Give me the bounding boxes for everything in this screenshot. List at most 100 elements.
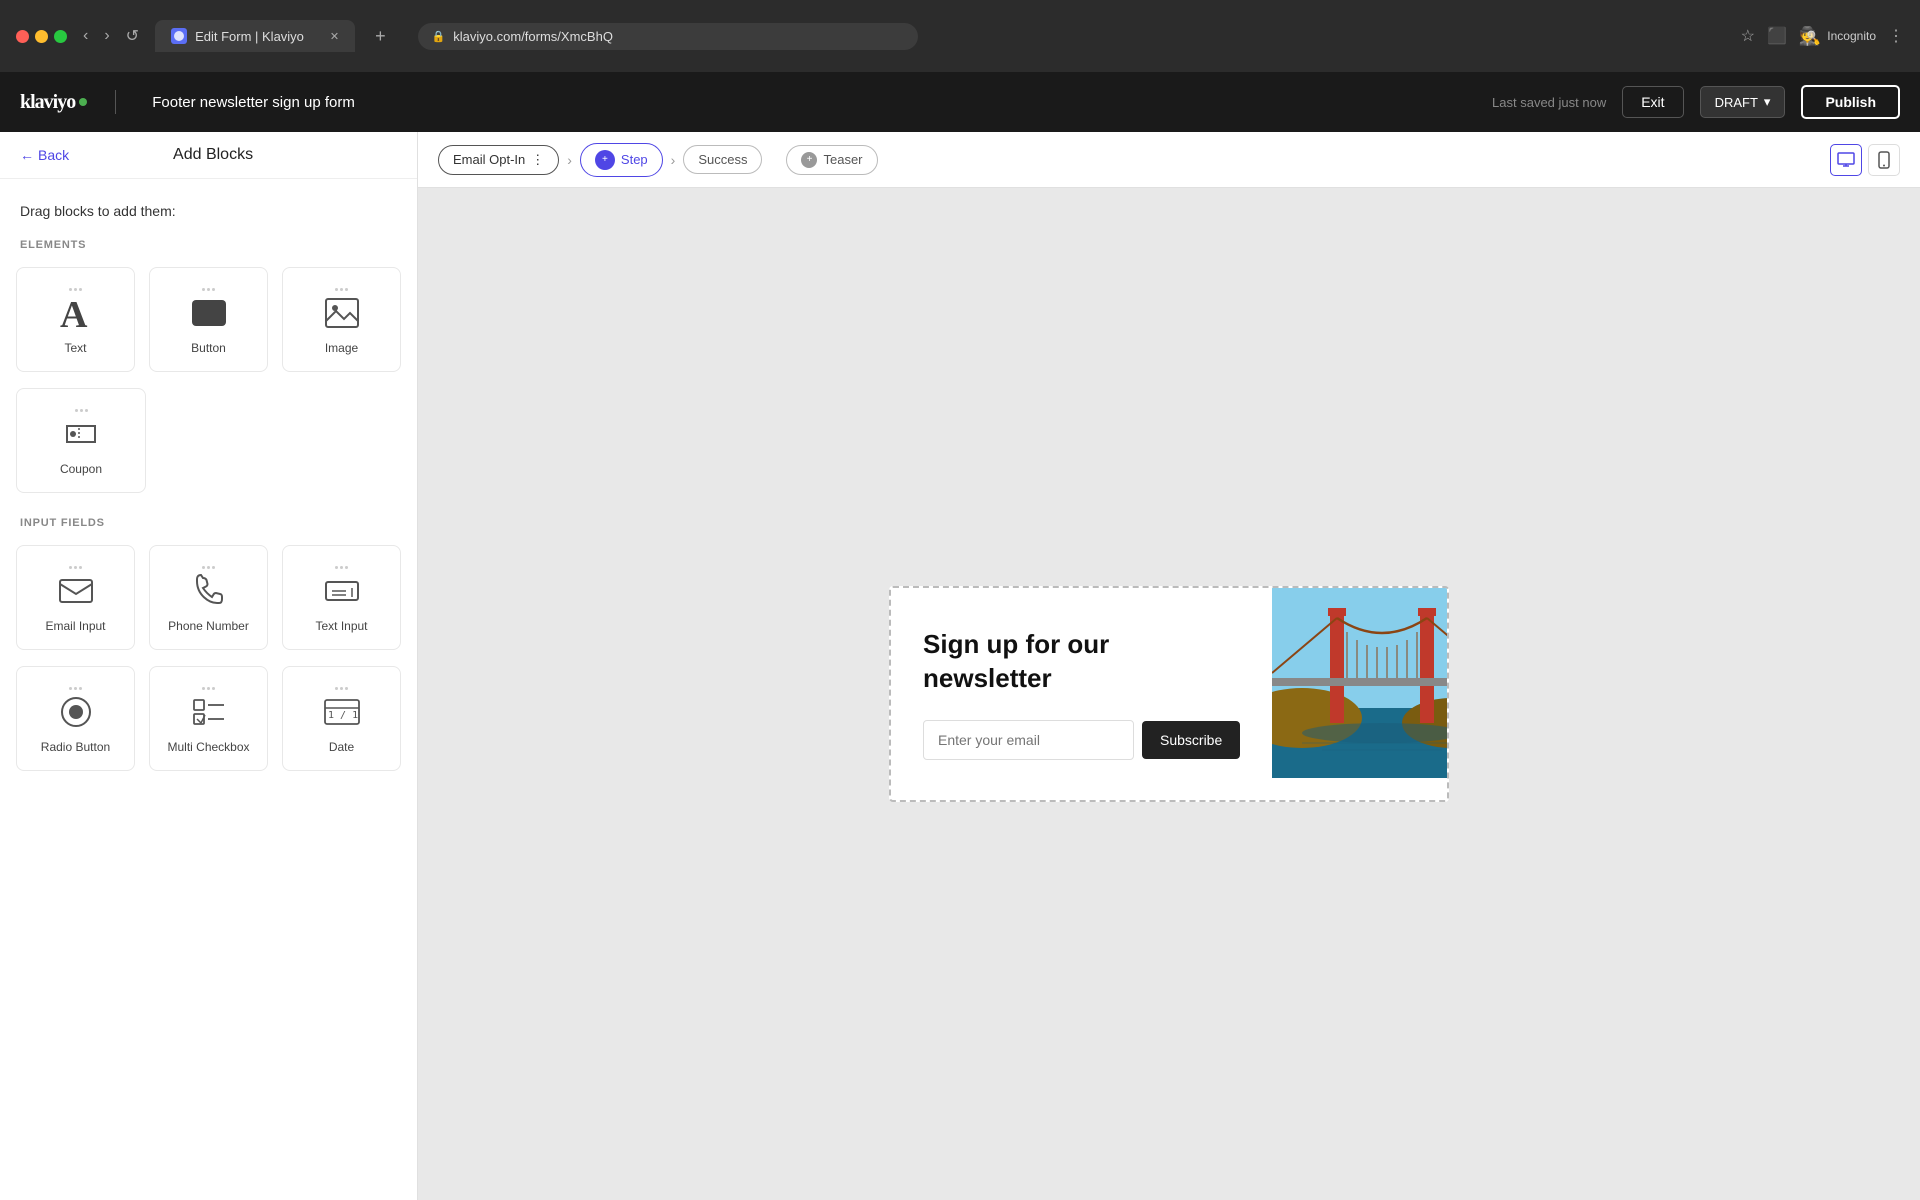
drag-instruction-text: Drag blocks to add them: [20, 203, 176, 219]
close-dot[interactable] [16, 30, 29, 43]
button-block-icon [192, 293, 226, 333]
text-input-icon [324, 571, 360, 611]
minimize-dot[interactable] [35, 30, 48, 43]
radio-button-icon [58, 692, 94, 732]
form-title: Footer newsletter sign up form [152, 94, 355, 111]
block-item-radio-button[interactable]: Radio Button [16, 666, 135, 771]
multi-checkbox-icon [191, 692, 227, 732]
step-circle-icon: + [595, 150, 615, 170]
browser-menu-icon[interactable]: ⋮ [1888, 26, 1904, 46]
lock-icon: 🔒 [432, 30, 446, 43]
block-item-date[interactable]: 1 / 1 Date [282, 666, 401, 771]
header-right: Last saved just now Exit DRAFT ▾ Publish [1492, 85, 1900, 119]
draft-chevron-icon: ▾ [1764, 94, 1771, 110]
form-subscribe-button[interactable]: Subscribe [1142, 721, 1240, 759]
teaser-step[interactable]: + Teaser [786, 145, 877, 175]
date-label: Date [329, 740, 354, 754]
coupon-block-label: Coupon [60, 462, 102, 476]
browser-nav: ‹ › ↺ [79, 22, 143, 50]
publish-button[interactable]: Publish [1801, 85, 1900, 119]
teaser-label: Teaser [823, 152, 862, 167]
block-item-phone-number[interactable]: Phone Number [149, 545, 268, 650]
input-fields-section-label: INPUT FIELDS [0, 509, 417, 537]
add-blocks-title: Add Blocks [173, 146, 253, 164]
draft-button[interactable]: DRAFT ▾ [1700, 86, 1786, 118]
browser-dots [16, 30, 67, 43]
form-input-row: Subscribe [923, 720, 1240, 760]
email-input-label: Email Input [45, 619, 105, 633]
teaser-plus-icon: + [801, 152, 817, 168]
text-block-icon: A [58, 293, 94, 333]
form-left: Sign up for our newsletter Subscribe [891, 588, 1272, 800]
success-step[interactable]: Success [683, 145, 762, 174]
mobile-view-button[interactable] [1868, 144, 1900, 176]
block-item-multi-checkbox[interactable]: Multi Checkbox [149, 666, 268, 771]
email-opt-in-step[interactable]: Email Opt-In ⋮ [438, 145, 559, 175]
step-bar-right [1830, 144, 1900, 176]
back-link[interactable]: ← Back [20, 147, 69, 163]
exit-button[interactable]: Exit [1622, 86, 1683, 118]
maximize-dot[interactable] [54, 30, 67, 43]
draft-label: DRAFT [1715, 95, 1758, 110]
step-arrow-2: › [671, 152, 676, 168]
incognito-label: Incognito [1827, 29, 1876, 43]
button-block-label: Button [191, 341, 226, 355]
phone-number-icon [195, 571, 223, 611]
klaviyo-logo: klaviyo [20, 91, 87, 114]
extensions-icon[interactable]: ⬛ [1767, 26, 1787, 46]
drag-instruction: Drag blocks to add them: [0, 179, 417, 231]
date-input-icon: 1 / 1 [323, 692, 361, 732]
phone-number-label: Phone Number [168, 619, 249, 633]
nav-forward-button[interactable]: › [100, 23, 113, 49]
step-name-label: Step [621, 152, 648, 167]
sidebar-header: ← Back Add Blocks [0, 132, 417, 179]
block-item-text-input[interactable]: Text Input [282, 545, 401, 650]
input-fields-grid: Email Input Phone Number [0, 537, 417, 662]
block-item-button[interactable]: Button [149, 267, 268, 372]
main-layout: ← Back Add Blocks Drag blocks to add the… [0, 132, 1920, 1200]
text-input-label: Text Input [315, 619, 367, 633]
browser-tab[interactable]: Edit Form | Klaviyo ✕ [155, 20, 355, 52]
browser-toolbar: ☆ ⬛ 🕵 Incognito ⋮ [1741, 26, 1904, 47]
incognito-badge: 🕵 Incognito [1799, 26, 1876, 47]
elements-row2: Coupon [0, 384, 417, 509]
block-item-text[interactable]: A Text [16, 267, 135, 372]
step-arrow-1: › [567, 152, 572, 168]
block-item-coupon[interactable]: Coupon [16, 388, 146, 493]
browser-chrome: ‹ › ↺ Edit Form | Klaviyo ✕ + 🔒 klaviyo.… [0, 0, 1920, 72]
email-opt-in-chevron: ⋮ [531, 152, 544, 168]
nav-back-button[interactable]: ‹ [79, 23, 92, 49]
svg-text:A: A [60, 294, 88, 333]
step-bar: Email Opt-In ⋮ › + Step › Success + Teas… [418, 132, 1920, 188]
new-tab-button[interactable]: + [367, 26, 394, 47]
form-headline: Sign up for our newsletter [923, 628, 1240, 696]
block-item-email-input[interactable]: Email Input [16, 545, 135, 650]
success-label: Success [698, 152, 747, 167]
form-email-input[interactable] [923, 720, 1134, 760]
form-preview: Sign up for our newsletter Subscribe [889, 586, 1449, 802]
bridge-image-svg [1272, 588, 1449, 778]
desktop-view-button[interactable] [1830, 144, 1862, 176]
bookmark-icon[interactable]: ☆ [1741, 26, 1755, 46]
elements-grid: A Text Button [0, 259, 417, 384]
elements-section-label: ELEMENTS [0, 231, 417, 259]
incognito-icon: 🕵 [1799, 26, 1821, 47]
email-input-icon [58, 571, 94, 611]
tab-close-icon[interactable]: ✕ [330, 30, 339, 43]
form-right-image [1272, 588, 1449, 800]
header-divider [115, 90, 116, 114]
block-item-image[interactable]: Image [282, 267, 401, 372]
elements-label-text: ELEMENTS [20, 239, 86, 251]
back-arrow-icon: ← [20, 147, 34, 163]
canvas: Sign up for our newsletter Subscribe [418, 188, 1920, 1200]
email-opt-in-label: Email Opt-In [453, 152, 525, 167]
last-saved-text: Last saved just now [1492, 95, 1606, 110]
address-bar[interactable]: 🔒 klaviyo.com/forms/XmcBhQ [418, 23, 918, 50]
nav-refresh-button[interactable]: ↺ [122, 22, 143, 50]
coupon-block-icon [63, 414, 99, 454]
radio-button-label: Radio Button [41, 740, 110, 754]
tab-title: Edit Form | Klaviyo [195, 29, 304, 44]
step-button[interactable]: + Step [580, 143, 663, 177]
canvas-area: Email Opt-In ⋮ › + Step › Success + Teas… [418, 132, 1920, 1200]
view-toggle [1830, 144, 1900, 176]
